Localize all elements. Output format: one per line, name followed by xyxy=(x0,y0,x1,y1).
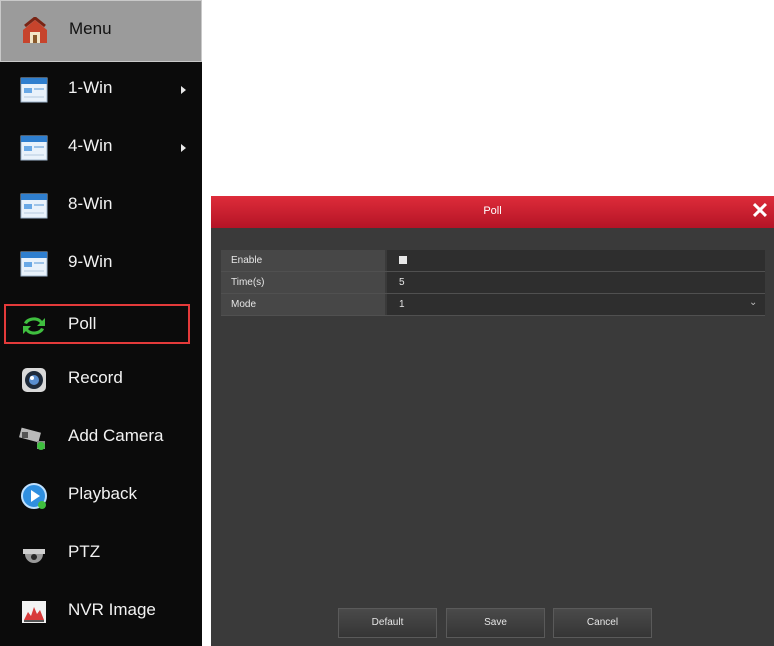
menu-item-label: NVR Image xyxy=(68,600,156,619)
menu-item-1-win[interactable]: 1-Win xyxy=(0,62,202,118)
menu-item-label: Record xyxy=(68,368,123,387)
window-layout-icon xyxy=(20,135,48,161)
menu-item-9-win[interactable]: 9-Win xyxy=(0,236,202,292)
menu-item-nvr-image[interactable]: NVR Image xyxy=(0,584,202,640)
house-icon xyxy=(23,17,47,43)
record-icon xyxy=(22,368,46,392)
poll-dialog: Poll ✕ Enable Time(s) 5 Mode 1 ⌄ Default… xyxy=(211,196,774,646)
mode-select[interactable]: 1 ⌄ xyxy=(387,294,765,315)
menu-header[interactable]: Menu xyxy=(0,0,202,62)
menu-item-ptz[interactable]: PTZ xyxy=(0,526,202,582)
poll-cycle-icon xyxy=(23,317,45,335)
menu-item-poll[interactable]: Poll xyxy=(0,302,202,358)
menu-item-8-win[interactable]: 8-Win xyxy=(0,178,202,234)
cancel-button[interactable]: Cancel xyxy=(553,608,652,638)
enable-checkbox[interactable] xyxy=(399,256,407,264)
menu-item-label: 1-Win xyxy=(68,78,113,97)
mode-select-value: 1 xyxy=(399,299,405,310)
close-icon[interactable]: ✕ xyxy=(748,199,772,223)
save-button[interactable]: Save xyxy=(446,608,545,638)
image-chart-icon xyxy=(22,601,46,623)
menu-item-label: 9-Win xyxy=(68,252,113,271)
camera-icon xyxy=(19,427,45,450)
dialog-titlebar: Poll ✕ xyxy=(211,196,774,228)
menu-item-record[interactable]: Record xyxy=(0,352,202,408)
menu-item-label: Poll xyxy=(68,314,97,333)
enable-row: Enable xyxy=(221,250,765,272)
context-menu: Menu 1-Win 4-Win 8-Win 9-Win Poll Record… xyxy=(0,0,202,646)
menu-item-label: PTZ xyxy=(68,542,101,561)
enable-value-cell xyxy=(387,250,765,271)
time-label: Time(s) xyxy=(221,272,385,293)
chevron-down-icon: ⌄ xyxy=(749,297,758,308)
menu-title: Menu xyxy=(69,19,112,38)
window-layout-icon xyxy=(20,251,48,277)
default-button[interactable]: Default xyxy=(338,608,437,638)
poll-settings-form: Enable Time(s) 5 Mode 1 ⌄ xyxy=(221,250,765,316)
submenu-arrow-icon xyxy=(181,144,186,152)
menu-item-4-win[interactable]: 4-Win xyxy=(0,120,202,176)
mode-label: Mode xyxy=(221,294,385,315)
menu-item-playback[interactable]: Playback xyxy=(0,468,202,524)
dome-camera-icon xyxy=(23,549,45,563)
menu-item-label: Add Camera xyxy=(68,426,164,445)
mode-row: Mode 1 ⌄ xyxy=(221,294,765,316)
submenu-arrow-icon xyxy=(181,86,186,94)
menu-item-add-camera[interactable]: Add Camera xyxy=(0,410,202,466)
enable-label: Enable xyxy=(221,250,385,271)
menu-item-label: Playback xyxy=(68,484,137,503)
window-layout-icon xyxy=(20,193,48,219)
window-layout-icon xyxy=(20,77,48,103)
playback-icon xyxy=(21,483,47,509)
dialog-title: Poll xyxy=(483,205,502,217)
time-input[interactable]: 5 xyxy=(387,272,765,293)
time-row: Time(s) 5 xyxy=(221,272,765,294)
menu-item-label: 4-Win xyxy=(68,136,113,155)
menu-item-label: 8-Win xyxy=(68,194,113,213)
